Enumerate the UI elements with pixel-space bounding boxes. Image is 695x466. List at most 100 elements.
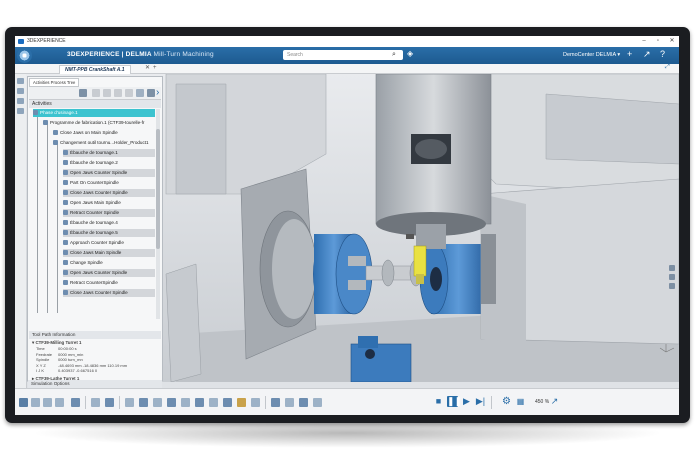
replay-icon[interactable] bbox=[223, 398, 232, 407]
separator bbox=[265, 396, 266, 409]
machine-icon[interactable] bbox=[105, 398, 114, 407]
tree-item[interactable]: Open Jaws Counter Spindle bbox=[63, 169, 155, 177]
tree-item[interactable]: Close Jaws Counter Spindle bbox=[63, 289, 155, 297]
activity-icon bbox=[63, 250, 68, 255]
tree-item[interactable]: Approach Counter Spindle bbox=[63, 239, 155, 247]
part-icon[interactable] bbox=[167, 398, 176, 407]
measure-icon[interactable] bbox=[91, 398, 100, 407]
compute-icon[interactable] bbox=[209, 398, 218, 407]
pan-icon[interactable] bbox=[669, 274, 675, 280]
monitor-frame: 3DEXPERIENCE – ▫ ✕ 3DEXPERIENCE | DELMIA… bbox=[5, 27, 690, 423]
compass-icon[interactable] bbox=[17, 48, 32, 63]
pause-button[interactable]: ❚❚ bbox=[447, 396, 462, 407]
check-icon[interactable] bbox=[313, 398, 322, 407]
filter-icon[interactable] bbox=[17, 108, 24, 114]
tree-collapse-icon[interactable] bbox=[103, 89, 111, 97]
report-icon[interactable] bbox=[299, 398, 308, 407]
chevron-right-icon[interactable]: › bbox=[156, 87, 159, 99]
tree-item-label: Close Jaws Counter Spindle bbox=[70, 290, 128, 295]
tree-item[interactable]: Part On CounterSpindle bbox=[63, 179, 155, 187]
tree-item[interactable]: Change Spindle bbox=[63, 259, 155, 267]
activity-icon bbox=[53, 130, 58, 135]
tree-item[interactable]: Close Jaws Main Spindle bbox=[63, 249, 155, 257]
tree-item-label: Approach Counter Spindle bbox=[70, 240, 124, 245]
program-icon[interactable] bbox=[195, 398, 204, 407]
tool-path-value: 0000 mm_min bbox=[58, 351, 84, 357]
tree-item[interactable]: Open Jaws Main Spindle bbox=[63, 199, 155, 207]
compare-icon[interactable] bbox=[251, 398, 260, 407]
product-icon[interactable] bbox=[17, 78, 24, 84]
step-forward-button[interactable]: ▶| bbox=[475, 396, 486, 407]
paste-icon[interactable] bbox=[55, 398, 64, 407]
tree-item[interactable]: Retract Counter Spindle bbox=[63, 209, 155, 217]
tree-expand-icon[interactable] bbox=[92, 89, 100, 97]
tree-item[interactable]: Ébauche de tournage.5 bbox=[63, 229, 155, 237]
tree-item-label: Part On CounterSpindle bbox=[70, 180, 119, 185]
tree-item[interactable]: Close Jaws Counter Spindle bbox=[63, 189, 155, 197]
cut-icon[interactable] bbox=[31, 398, 40, 407]
turret-1-label[interactable]: ▾ CTF39-Milling Turret 1 bbox=[32, 340, 81, 345]
activity-icon bbox=[63, 180, 68, 185]
process-icon[interactable] bbox=[17, 88, 24, 94]
tree-item[interactable]: Ébauche de tournage.1 bbox=[63, 149, 155, 157]
copy-icon[interactable] bbox=[43, 398, 52, 407]
rotate-icon[interactable] bbox=[669, 283, 675, 289]
search-icon[interactable]: ⌕ bbox=[392, 51, 396, 59]
tool-path-value: 0.403937 -0.667516 0 bbox=[58, 368, 98, 373]
output-icon[interactable] bbox=[285, 398, 294, 407]
user-menu[interactable]: DemoCenter DELMIA ▾ bbox=[563, 52, 620, 58]
play-button[interactable]: ▶ bbox=[461, 396, 472, 407]
material-removal-icon[interactable] bbox=[237, 398, 246, 407]
zoom-icon[interactable] bbox=[669, 265, 675, 271]
activity-icon bbox=[63, 190, 68, 195]
speed-icon[interactable]: ↗ bbox=[549, 396, 560, 407]
tag-icon[interactable]: ◈ bbox=[407, 49, 413, 58]
tree-item[interactable]: Ébauche de tournage.2 bbox=[63, 159, 155, 167]
tree-scroll-thumb[interactable] bbox=[156, 129, 160, 249]
tree-settings-icon[interactable] bbox=[147, 89, 155, 97]
settings-gear-icon[interactable]: ⚙ bbox=[501, 396, 512, 407]
expand-icon[interactable]: ⤢ bbox=[665, 64, 670, 71]
tree-view-icon[interactable] bbox=[136, 89, 144, 97]
activity-icon bbox=[63, 240, 68, 245]
operation-icon[interactable] bbox=[139, 398, 148, 407]
restore-button[interactable]: ▫ bbox=[651, 36, 665, 47]
tree-scrollbar[interactable] bbox=[156, 109, 160, 319]
undo-icon[interactable] bbox=[71, 398, 80, 407]
tree-move-down-icon[interactable] bbox=[125, 89, 133, 97]
tree-item[interactable]: Phase d'usinage.1 bbox=[33, 109, 155, 117]
tool-path-value: -48.4693 mm -18.4836 mm 110.19 mm bbox=[58, 362, 128, 368]
tree-filter-icon[interactable] bbox=[79, 89, 87, 97]
tab-document[interactable]: NMT-PPB CrankShaft A.1 bbox=[59, 65, 131, 74]
tab-activities-process-tree[interactable]: Activities Process Tree bbox=[29, 78, 80, 87]
tree-item[interactable]: Ébauche de tournage.4 bbox=[63, 219, 155, 227]
minimize-button[interactable]: – bbox=[637, 36, 651, 47]
share-icon[interactable]: ↗ bbox=[643, 49, 651, 60]
activity-icon bbox=[63, 160, 68, 165]
tab-close-icon[interactable]: ✕ bbox=[145, 64, 150, 73]
tool-icon[interactable] bbox=[125, 398, 134, 407]
tree-item-label: Changement outil tournu...Holder_Product… bbox=[60, 140, 149, 145]
close-window-button[interactable]: ✕ bbox=[665, 36, 679, 47]
stop-button[interactable]: ■ bbox=[433, 396, 444, 407]
add-icon[interactable]: + bbox=[627, 49, 632, 59]
tree-item[interactable]: Retract CounterSpindle bbox=[63, 279, 155, 287]
stock-icon[interactable] bbox=[181, 398, 190, 407]
app-name: Mill-Turn Machining bbox=[153, 51, 214, 58]
resource-icon[interactable] bbox=[17, 98, 24, 104]
tab-add-icon[interactable]: + bbox=[153, 64, 157, 73]
search-input[interactable]: Search ⌕ bbox=[283, 50, 403, 60]
activity-icon bbox=[63, 150, 68, 155]
help-icon[interactable]: ? bbox=[660, 49, 665, 59]
tree-item[interactable]: Close Jaws on Main Spindle bbox=[53, 129, 155, 137]
tree-move-up-icon[interactable] bbox=[114, 89, 122, 97]
tree-item[interactable]: Open Jaws Counter Spindle bbox=[63, 269, 155, 277]
tree-item[interactable]: Programme de fabrication.1 (CTF39-tourel… bbox=[43, 119, 155, 127]
tree-line bbox=[47, 123, 48, 313]
app-logo-icon bbox=[18, 39, 24, 44]
grid-icon[interactable]: ▦ bbox=[515, 396, 526, 407]
nc-code-icon[interactable] bbox=[271, 398, 280, 407]
fixture-icon[interactable] bbox=[153, 398, 162, 407]
select-icon[interactable] bbox=[19, 398, 28, 407]
tree-item[interactable]: Changement outil tournu...Holder_Product… bbox=[53, 139, 155, 147]
